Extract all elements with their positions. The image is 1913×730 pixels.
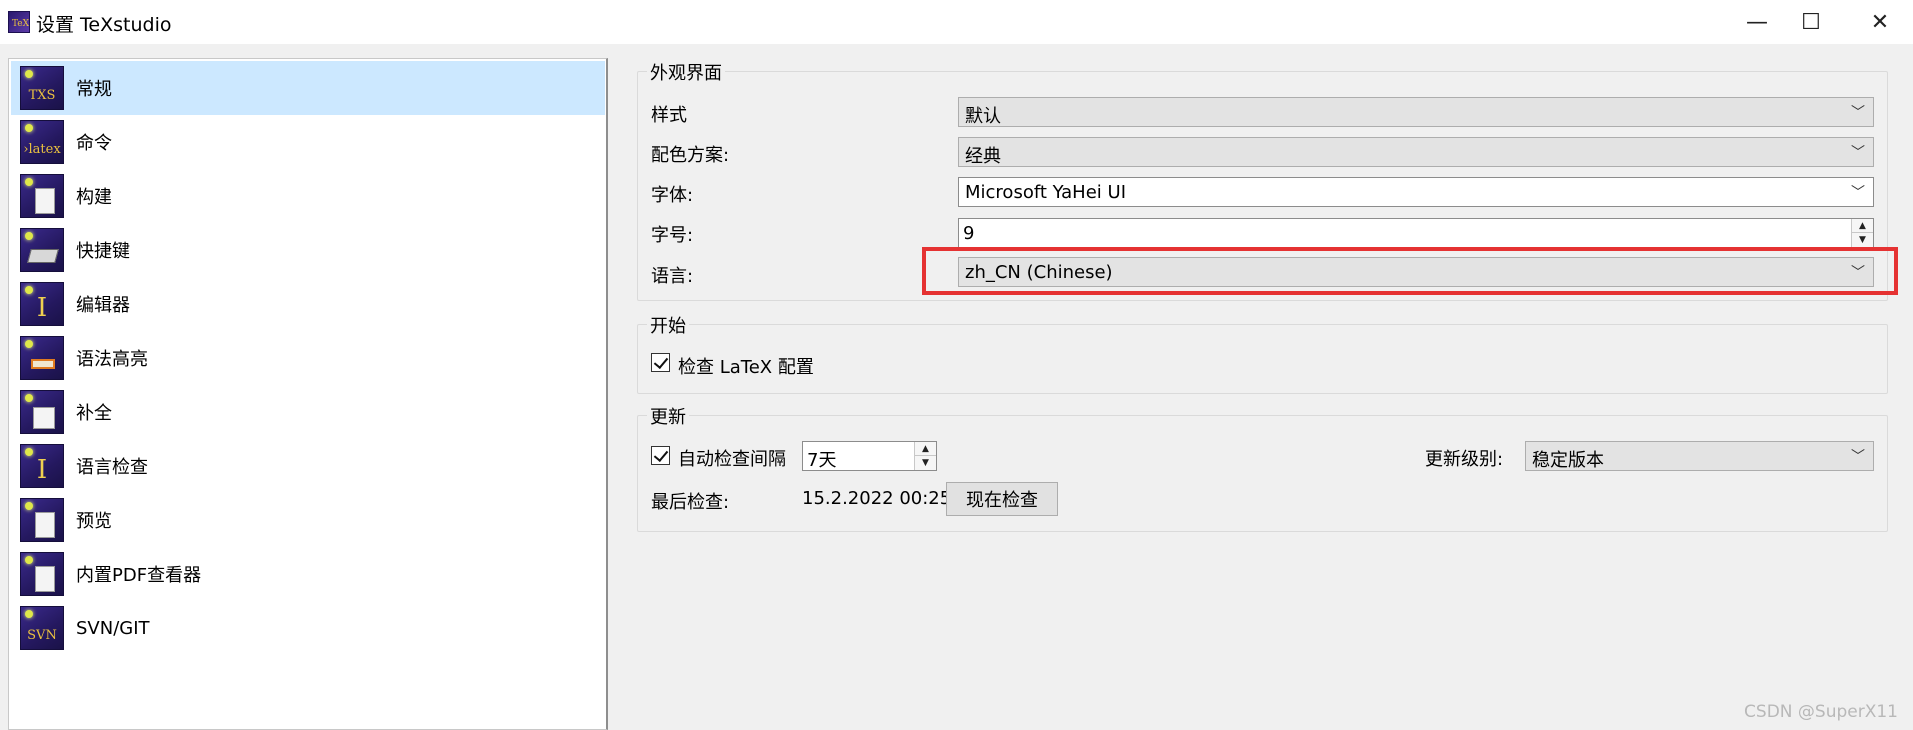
build-icon — [20, 174, 64, 218]
nav-item-general[interactable]: TXS 常规 — [11, 61, 605, 115]
window-title: 设置 TeXstudio — [36, 14, 172, 36]
appearance-group-title: 外观界面 — [647, 59, 725, 85]
check-latex-label[interactable]: 检查 LaTeX 配置 — [678, 353, 814, 379]
nav-item-pdf-viewer[interactable]: 内置PDF查看器 — [11, 547, 605, 601]
minimize-icon: — — [1746, 9, 1768, 35]
close-button[interactable]: ✕ — [1852, 0, 1908, 44]
maximize-icon: ☐ — [1801, 9, 1821, 35]
style-value: 默认 — [965, 106, 1001, 127]
font-size-value: 9 — [963, 223, 975, 244]
nav-item-editor[interactable]: I 编辑器 — [11, 277, 605, 331]
nav-item-shortcuts[interactable]: 快捷键 — [11, 223, 605, 277]
nav-item-label: SVN/GIT — [76, 617, 150, 639]
update-level-label: 更新级别: — [1425, 449, 1504, 470]
last-check-label: 最后检查: — [651, 492, 730, 513]
spin-up-icon[interactable]: ▲ — [1852, 219, 1873, 233]
check-latex-checkbox[interactable] — [651, 353, 670, 372]
nav-item-label: 语言检查 — [76, 457, 148, 478]
color-scheme-value: 经典 — [965, 146, 1001, 167]
nav-item-completion[interactable]: 补全 — [11, 385, 605, 439]
font-size-label: 字号: — [651, 225, 694, 246]
keyboard-shortcut-icon — [20, 228, 64, 272]
font-label: 字体: — [651, 185, 694, 206]
chevron-down-icon: ﹀ — [1851, 185, 1865, 201]
update-interval-spinbox[interactable]: 7天 ▲ ▼ — [802, 441, 937, 471]
nav-item-label: 内置PDF查看器 — [76, 565, 202, 586]
annotation-highlight-box — [922, 247, 1898, 295]
updates-group-title: 更新 — [647, 403, 689, 429]
font-value: Microsoft YaHei UI — [965, 182, 1126, 203]
spin-buttons: ▲ ▼ — [914, 442, 936, 470]
spin-down-icon[interactable]: ▼ — [1852, 233, 1873, 247]
nav-item-build[interactable]: 构建 — [11, 169, 605, 223]
nav-item-label: 快捷键 — [76, 241, 130, 262]
nav-item-label: 编辑器 — [76, 295, 130, 316]
title-bar: TeX 设置 TeXstudio — ☐ ✕ — [0, 0, 1913, 44]
preview-icon — [20, 498, 64, 542]
chevron-down-icon: ﹀ — [1851, 145, 1865, 161]
watermark-text: CSDN @SuperX11 — [1744, 702, 1898, 722]
nav-item-svn-git[interactable]: SVN SVN/GIT — [11, 601, 605, 655]
nav-item-preview[interactable]: 预览 — [11, 493, 605, 547]
font-size-spinbox[interactable]: 9 ▲ ▼ — [958, 218, 1874, 248]
editor-cursor-icon: I — [20, 282, 64, 326]
update-level-value: 稳定版本 — [1532, 450, 1604, 471]
svn-icon-text: SVN — [27, 628, 57, 643]
style-label: 样式 — [651, 105, 687, 126]
spin-down-icon[interactable]: ▼ — [915, 456, 936, 470]
txs-icon-text: TXS — [28, 88, 56, 103]
latex-icon-text: ›latex — [23, 142, 61, 157]
spin-buttons: ▲ ▼ — [1851, 219, 1873, 247]
chevron-down-icon: ﹀ — [1851, 105, 1865, 121]
nav-item-label: 补全 — [76, 403, 112, 424]
maximize-button[interactable]: ☐ — [1783, 0, 1839, 44]
auto-check-label[interactable]: 自动检查间隔 — [678, 445, 786, 471]
update-level-combo[interactable]: 稳定版本 ﹀ — [1525, 441, 1874, 471]
pdf-viewer-icon — [20, 552, 64, 596]
auto-check-checkbox[interactable] — [651, 446, 670, 465]
nav-item-label: 预览 — [76, 511, 112, 532]
minimize-button[interactable]: — — [1729, 0, 1785, 44]
interval-value: 7天 — [807, 450, 837, 471]
completion-icon — [20, 390, 64, 434]
nav-item-label: 构建 — [76, 187, 112, 208]
chevron-down-icon: ﹀ — [1851, 449, 1865, 465]
language-check-icon: I — [20, 444, 64, 488]
startup-group — [637, 324, 1888, 394]
check-now-button[interactable]: 现在检查 — [946, 482, 1058, 516]
nav-item-label: 语法高亮 — [76, 349, 148, 370]
txs-general-icon: TXS — [20, 66, 64, 110]
svn-git-icon: SVN — [20, 606, 64, 650]
spin-up-icon[interactable]: ▲ — [915, 442, 936, 456]
font-combo[interactable]: Microsoft YaHei UI ﹀ — [958, 177, 1874, 207]
style-combo[interactable]: 默认 ﹀ — [958, 97, 1874, 127]
settings-category-list[interactable]: TXS 常规 ›latex 命令 构建 快捷键 I 编辑器 语法高亮 补全 I … — [8, 58, 608, 730]
nav-item-commands[interactable]: ›latex 命令 — [11, 115, 605, 169]
latex-command-icon: ›latex — [20, 120, 64, 164]
updates-group — [637, 415, 1888, 532]
nav-item-label: 常规 — [76, 79, 112, 100]
color-scheme-label: 配色方案: — [651, 145, 730, 166]
app-icon-text: TeX — [12, 19, 30, 29]
texstudio-app-icon: TeX — [8, 11, 30, 33]
nav-item-syntax-highlight[interactable]: 语法高亮 — [11, 331, 605, 385]
color-scheme-combo[interactable]: 经典 ﹀ — [958, 137, 1874, 167]
language-label: 语言: — [651, 266, 694, 287]
close-icon: ✕ — [1870, 9, 1890, 35]
startup-group-title: 开始 — [647, 312, 689, 338]
last-check-value: 15.2.2022 00:25 — [802, 488, 952, 509]
syntax-highlight-icon — [20, 336, 64, 380]
nav-item-label: 命令 — [76, 133, 112, 154]
nav-item-language-check[interactable]: I 语言检查 — [11, 439, 605, 493]
